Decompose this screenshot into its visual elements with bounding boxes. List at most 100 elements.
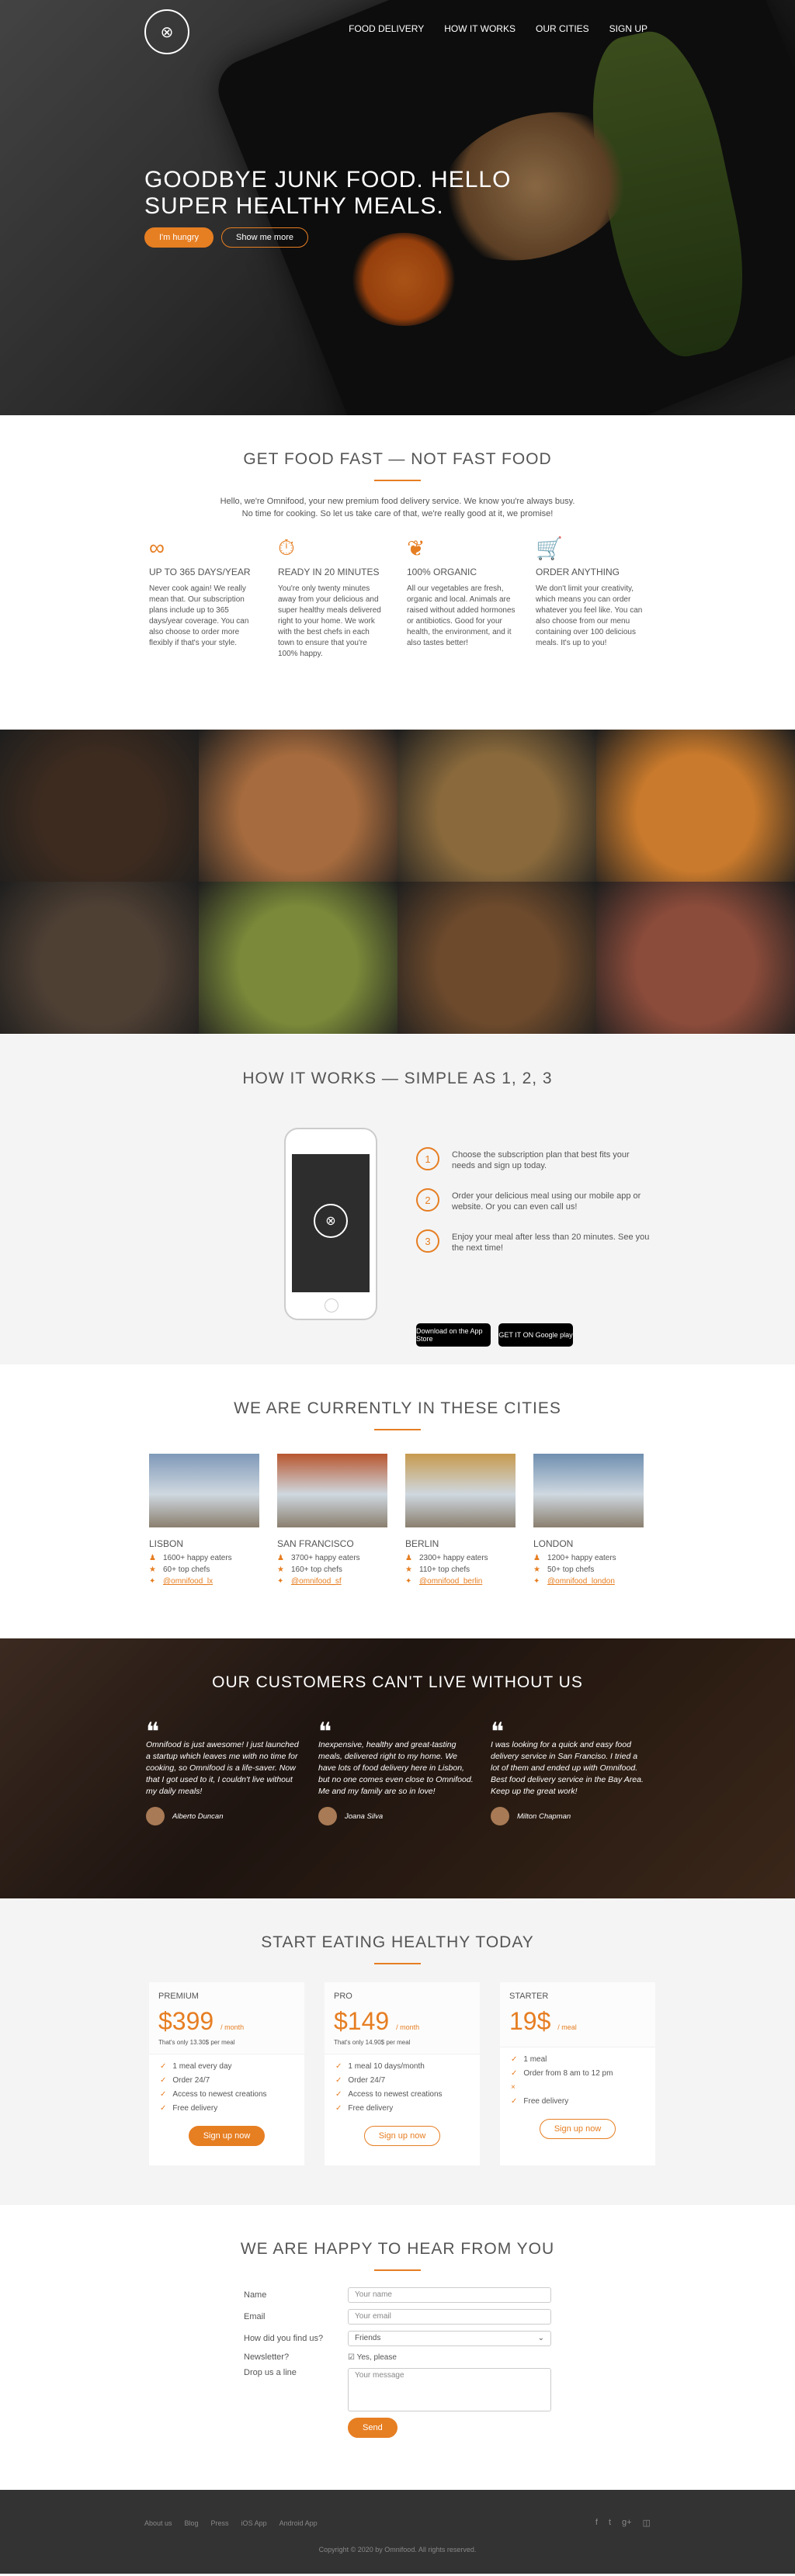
city-twitter-link[interactable]: @omnifood_sf [291, 1577, 342, 1586]
footer-link-ios[interactable]: iOS App [241, 2519, 267, 2527]
meals-gallery [0, 730, 795, 1035]
footer-link-about[interactable]: About us [144, 2519, 172, 2527]
plan-signup-button[interactable]: Sign up now [188, 2126, 266, 2146]
twitter-icon[interactable]: t [609, 2518, 611, 2528]
plan-signup-button[interactable]: Sign up now [539, 2119, 616, 2139]
plan-name: Pro [334, 1992, 352, 2001]
plans-section: Start eating healthy today Premium $399 /… [0, 1898, 795, 2205]
avatar [146, 1807, 165, 1825]
logo-icon[interactable]: ⊗ [144, 9, 189, 54]
city-photo [277, 1454, 387, 1527]
feature-title: Ready in 20 minutes [278, 567, 380, 577]
testimonial: ❝ Omnifood is just awesome! I just launch… [146, 1719, 301, 1825]
plan-feature: ✓ Free delivery [335, 2104, 469, 2113]
plan-feature: ✓ Free delivery [160, 2104, 293, 2113]
feature-item: ∞ Up to 365 days/year Never cook again! We… [149, 536, 258, 660]
google-plus-icon[interactable]: g+ [622, 2518, 632, 2528]
star-icon: ★ [533, 1565, 540, 1574]
nav-sign-up[interactable]: Sign up [609, 23, 647, 34]
star-icon: ★ [277, 1565, 284, 1574]
plan-per-meal: That's only 14.90$ per meal [334, 2039, 411, 2046]
check-icon: ✓ [335, 2104, 342, 2113]
contact-section: We are happy to hear from you Name Your n… [0, 2205, 795, 2490]
footer-link-android[interactable]: Android App [279, 2519, 318, 2527]
check-icon: ✓ [511, 2055, 518, 2064]
city-eaters: 2300+ happy eaters [419, 1554, 488, 1562]
im-hungry-button[interactable]: I'm hungry [144, 227, 214, 248]
person-icon: ♟ [533, 1554, 540, 1562]
feature-text: All our vegetables are fresh, organic an… [407, 584, 516, 647]
avatar [318, 1807, 337, 1825]
instagram-icon[interactable]: ◫ [643, 2518, 651, 2528]
city-twitter-link[interactable]: @omnifood_berlin [419, 1577, 482, 1586]
testimonial: ❝ I was looking for a quick and easy food… [491, 1719, 646, 1825]
check-icon: ✓ [160, 2062, 167, 2071]
plan-feature-text: 1 meal every day [172, 2062, 232, 2071]
testimonial-author: Alberto Duncan [172, 1812, 224, 1821]
facebook-icon[interactable]: f [595, 2518, 598, 2528]
plan-feature: ✓ Order from 8 am to 12 pm [511, 2069, 644, 2078]
title-underline [374, 1963, 421, 1964]
send-button[interactable]: Send [348, 2418, 398, 2438]
city-chefs: 50+ top chefs [547, 1565, 595, 1574]
plan-feature-text: 1 meal [523, 2055, 547, 2064]
nav-food-delivery[interactable]: Food delivery [349, 23, 424, 34]
plan-feature-text: Access to newest creations [348, 2090, 443, 2099]
plans-title: Start eating healthy today [261, 1933, 534, 1951]
meal-photo [398, 882, 596, 1034]
plan-card: Starter 19$ / meal ✓ 1 meal ✓ Order from 8 am… [500, 1982, 655, 2165]
person-icon: ♟ [277, 1554, 284, 1562]
footer-link-blog[interactable]: Blog [185, 2519, 199, 2527]
twitter-icon: ✦ [405, 1577, 412, 1586]
plan-feature: ✓ Order 24/7 [335, 2076, 469, 2085]
nav-how-it-works[interactable]: How it works [444, 23, 516, 34]
feature-title: Order anything [536, 567, 620, 577]
nav-our-cities[interactable]: Our cities [536, 23, 589, 34]
testimonials-section: Our customers can't live without us ❝ Omn… [0, 1638, 795, 1898]
city-twitter-link[interactable]: @omnifood_london [547, 1577, 615, 1586]
leaf-icon: ❦ [407, 536, 425, 560]
phone-screen: ⊗ [292, 1154, 370, 1292]
plan-feature-text: Access to newest creations [172, 2090, 267, 2099]
plan-price: 19$ [509, 2007, 551, 2035]
newsletter-checkbox[interactable]: ☑ Yes, please [348, 2353, 397, 2362]
step-text: Enjoy your meal after less than 20 minut… [452, 1233, 650, 1253]
city-chefs: 160+ top chefs [291, 1565, 342, 1574]
city-eaters: 1200+ happy eaters [547, 1554, 616, 1562]
plan-period: / month [396, 2023, 420, 2031]
hero-section: ⊗ Food delivery How it works Our cities … [0, 0, 795, 415]
name-label: Name [244, 2290, 267, 2300]
city-photo [533, 1454, 644, 1527]
plan-signup-button[interactable]: Sign up now [363, 2126, 441, 2146]
step-number: 1 [416, 1147, 439, 1170]
find-select[interactable]: Friends ⌄ [348, 2331, 551, 2346]
show-more-button[interactable]: Show me more [221, 227, 308, 248]
message-textarea[interactable]: Your message [348, 2368, 551, 2411]
email-input[interactable]: Your email [348, 2309, 551, 2325]
name-input[interactable]: Your name [348, 2287, 551, 2303]
feature-title: Up to 365 days/year [149, 567, 251, 577]
plan-card: Pro $149 / month That's only 14.90$ per me… [325, 1982, 480, 2165]
feature-text: We don't limit your creativity, which me… [536, 584, 643, 647]
feature-text: Never cook again! We really mean that. O… [149, 584, 249, 647]
checkbox-icon: ☑ [348, 2352, 355, 2362]
plan-name: Starter [509, 1992, 549, 2001]
plan-feature: ✓ Free delivery [511, 2097, 644, 2106]
how-title: How it works — Simple as 1, 2, 3 [242, 1070, 553, 1087]
title-underline [374, 2269, 421, 2271]
check-icon: ✓ [335, 2090, 342, 2099]
avatar [491, 1807, 509, 1825]
step-text: Choose the subscription plan that best f… [452, 1150, 630, 1170]
plan-feature-text: Order from 8 am to 12 pm [523, 2069, 613, 2078]
google-play-badge[interactable]: GET IT ON Google play [498, 1323, 573, 1347]
city-twitter-link[interactable]: @omnifood_lx [163, 1577, 213, 1586]
app-store-badge[interactable]: Download on the App Store [416, 1323, 491, 1347]
star-icon: ★ [405, 1565, 412, 1574]
footer-link-press[interactable]: Press [211, 2519, 229, 2527]
city-item: Berlin ♟ 2300+ happy eaters ★ 110+ top chefs… [405, 1454, 516, 1589]
feature-item: ❦ 100% organic All our vegetables are fres… [407, 536, 516, 660]
testimonial: ❝ Inexpensive, healthy and great-tasting … [318, 1719, 474, 1825]
infinity-icon: ∞ [149, 536, 165, 560]
stopwatch-icon: ⏱ [278, 536, 295, 560]
plan-per-meal: That's only 13.30$ per meal [158, 2039, 235, 2046]
